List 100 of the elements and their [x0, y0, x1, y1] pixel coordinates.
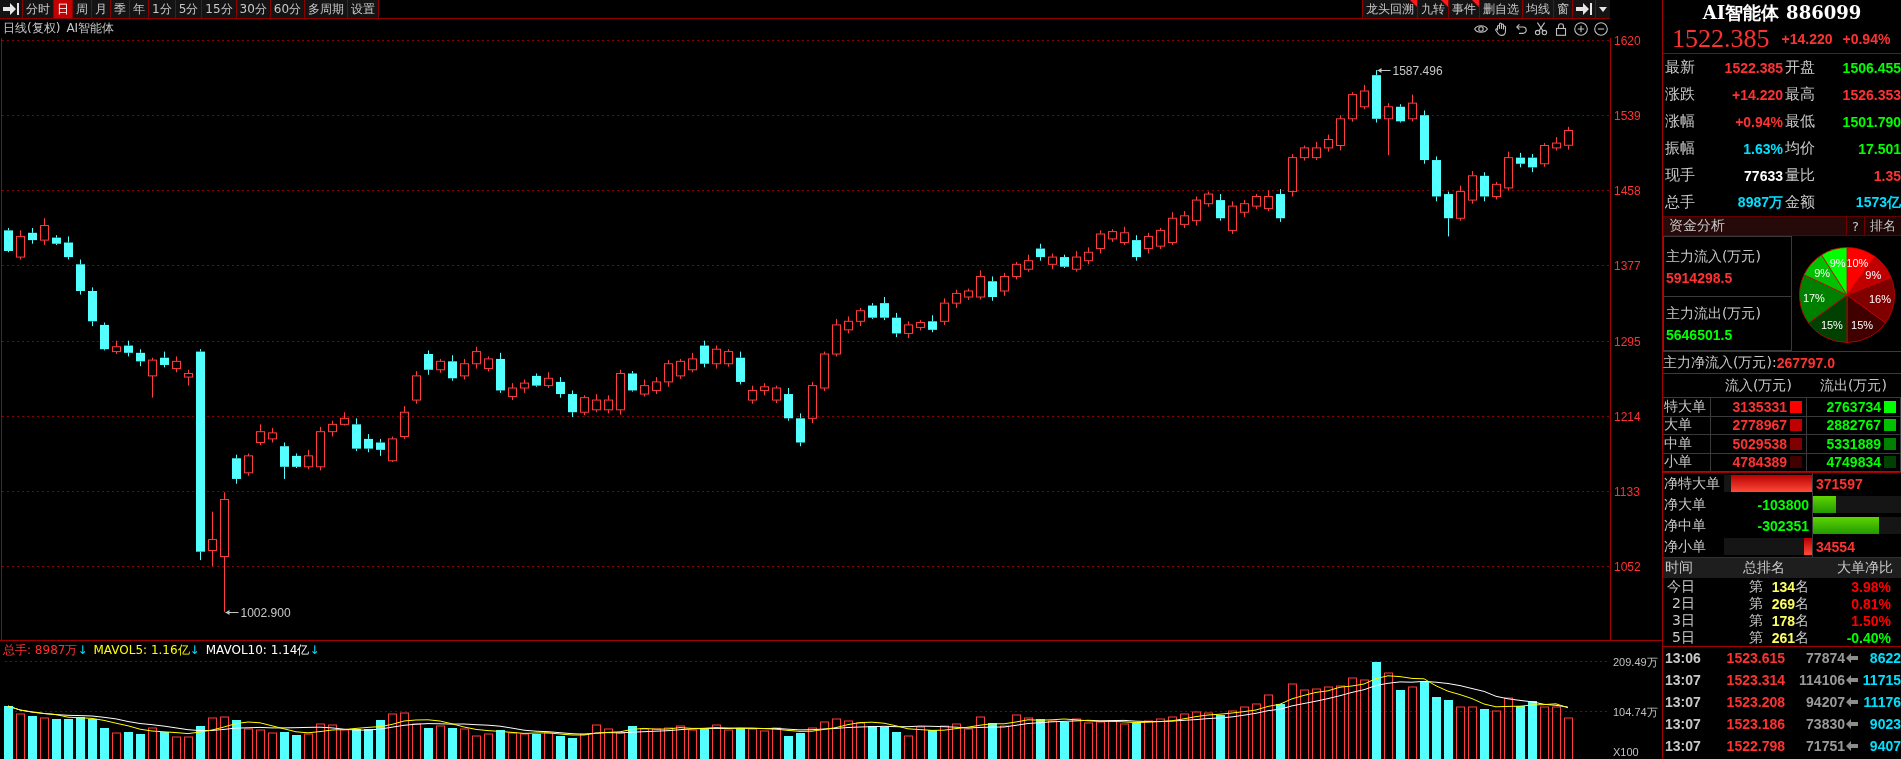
- candlestick: [448, 354, 457, 382]
- period-tab[interactable]: 60分: [270, 0, 306, 18]
- undo-icon[interactable]: [1514, 21, 1528, 36]
- leader-line: [1377, 68, 1391, 73]
- period-tab[interactable]: 分时: [23, 0, 54, 18]
- candlestick: [1480, 171, 1489, 202]
- candlestick: [880, 296, 889, 321]
- rank-number: 178: [1770, 612, 1795, 629]
- scissors-icon[interactable]: [1534, 21, 1548, 36]
- period-tab[interactable]: 1分: [149, 0, 176, 18]
- candlestick: [436, 358, 445, 374]
- net-ratio: 3.98%: [1850, 578, 1892, 595]
- pie-slice-label: 15%: [1851, 318, 1874, 331]
- price-axis-label: 1620: [1614, 33, 1641, 48]
- period-label: 2日: [1671, 594, 1695, 613]
- candlestick: [400, 405, 409, 440]
- caret-down-icon[interactable]: [1599, 6, 1607, 12]
- candlestick: [424, 349, 433, 376]
- candlestick: [868, 302, 877, 318]
- candlestick: [64, 235, 73, 260]
- section-title: 资金分析: [1668, 217, 1725, 235]
- column-header: 流入(万元): [1724, 376, 1793, 395]
- toolbar-button[interactable]: 事件: [1448, 0, 1479, 18]
- candlestick: [352, 417, 361, 452]
- period-tab[interactable]: 15分: [202, 0, 237, 18]
- chart-period-label: 日线(复权): [3, 20, 61, 37]
- zoom-out-icon[interactable]: [1594, 21, 1608, 36]
- candlestick: [160, 351, 169, 368]
- volume-axis-label: 209.49万: [1613, 655, 1658, 668]
- field-value: 8987万: [1736, 193, 1783, 212]
- candlestick: [52, 234, 61, 244]
- rank-suffix: 名: [1795, 594, 1810, 613]
- row-label: 特大单: [1663, 398, 1711, 417]
- bar-value: 34554: [1815, 538, 1856, 555]
- tick-time: 13:07: [1665, 738, 1702, 754]
- tick-count: 11715: [1861, 672, 1901, 688]
- row-label: 大单: [1663, 416, 1711, 435]
- help-button[interactable]: ?: [1846, 217, 1864, 235]
- tick-volume: 71751: [1805, 738, 1845, 754]
- hand-icon[interactable]: [1494, 21, 1508, 36]
- price-change: +14.220: [1781, 31, 1833, 47]
- candlestick: [1348, 91, 1357, 123]
- stock-name: AI智能体: [1702, 0, 1780, 25]
- candlestick: [1420, 109, 1429, 165]
- candlestick: [784, 387, 793, 422]
- price-axis-label: 1295: [1614, 334, 1641, 349]
- toolbar-button[interactable]: 均线: [1522, 0, 1553, 18]
- trend-arrow: ↓: [189, 643, 200, 657]
- tick-price: 1522.798: [1725, 738, 1785, 754]
- period-tab[interactable]: 多周期: [305, 0, 349, 18]
- tick-count: 9023: [1868, 716, 1901, 732]
- period-tab[interactable]: 年: [130, 0, 149, 18]
- price-axis-label: 1539: [1614, 108, 1641, 123]
- tick-volume: 114106: [1798, 672, 1845, 688]
- field-label: 总手: [1664, 193, 1696, 212]
- row-label: 小单: [1663, 453, 1711, 472]
- period-tab[interactable]: 设置: [348, 0, 380, 18]
- field-value: 1506.455: [1841, 59, 1901, 76]
- volume-unit-label: X100: [1613, 746, 1639, 758]
- arrow-to-bar-icon[interactable]: [3, 3, 19, 15]
- arrow-to-bar-icon[interactable]: [1576, 3, 1592, 15]
- left-arrow-icon: [1846, 697, 1858, 707]
- legend-text: 总手: 8987万: [3, 643, 78, 657]
- price-marker-label: 1587.496: [1392, 63, 1443, 78]
- rank-suffix: 名: [1795, 577, 1810, 596]
- period-tab[interactable]: 月: [92, 0, 111, 18]
- price-axis-label: 1214: [1614, 409, 1641, 424]
- tick-time: 13:06: [1665, 650, 1702, 666]
- ranking-button[interactable]: 排名: [1864, 217, 1901, 235]
- volume-axis-label: 104.74万: [1613, 705, 1658, 718]
- zoom-in-icon[interactable]: [1574, 21, 1588, 36]
- candlestick: [292, 452, 301, 467]
- field-label: 量比: [1784, 166, 1816, 185]
- left-arrow-icon: [1846, 741, 1858, 751]
- toolbar-button[interactable]: 删自选: [1479, 0, 1522, 18]
- candlestick: [196, 348, 205, 561]
- pie-slice-label: 16%: [1869, 293, 1891, 306]
- period-tab[interactable]: 周: [73, 0, 92, 18]
- candlestick: [1396, 103, 1405, 122]
- row-label: 中单: [1663, 435, 1711, 454]
- pie-slice-label: 15%: [1820, 318, 1843, 331]
- price-marker-label: 1002.900: [240, 605, 291, 620]
- candlestick: [28, 227, 37, 245]
- outflow-value: 5646501.5: [1666, 326, 1734, 343]
- net-inflow-label: 主力净流入(万元):: [1663, 353, 1777, 372]
- period-tab[interactable]: 季: [111, 0, 130, 18]
- field-value: 1501.790: [1841, 113, 1901, 130]
- inflow-label: 主力流入(万元): [1666, 247, 1762, 266]
- toolbar-button[interactable]: 窗: [1553, 0, 1572, 18]
- period-tab[interactable]: 5分: [175, 0, 203, 18]
- lock-icon[interactable]: [1554, 21, 1568, 36]
- field-value: +14.220: [1731, 86, 1783, 103]
- tick-volume: 77874: [1805, 650, 1845, 666]
- period-tab[interactable]: 日: [54, 0, 73, 18]
- toolbar-button[interactable]: 九转: [1417, 0, 1448, 18]
- candlestick: [1528, 153, 1537, 173]
- pie-slice-label: 17%: [1802, 292, 1825, 305]
- toolbar-button[interactable]: 龙头回溯: [1362, 0, 1417, 18]
- candlestick: [340, 411, 349, 425]
- period-tab[interactable]: 30分: [236, 0, 271, 18]
